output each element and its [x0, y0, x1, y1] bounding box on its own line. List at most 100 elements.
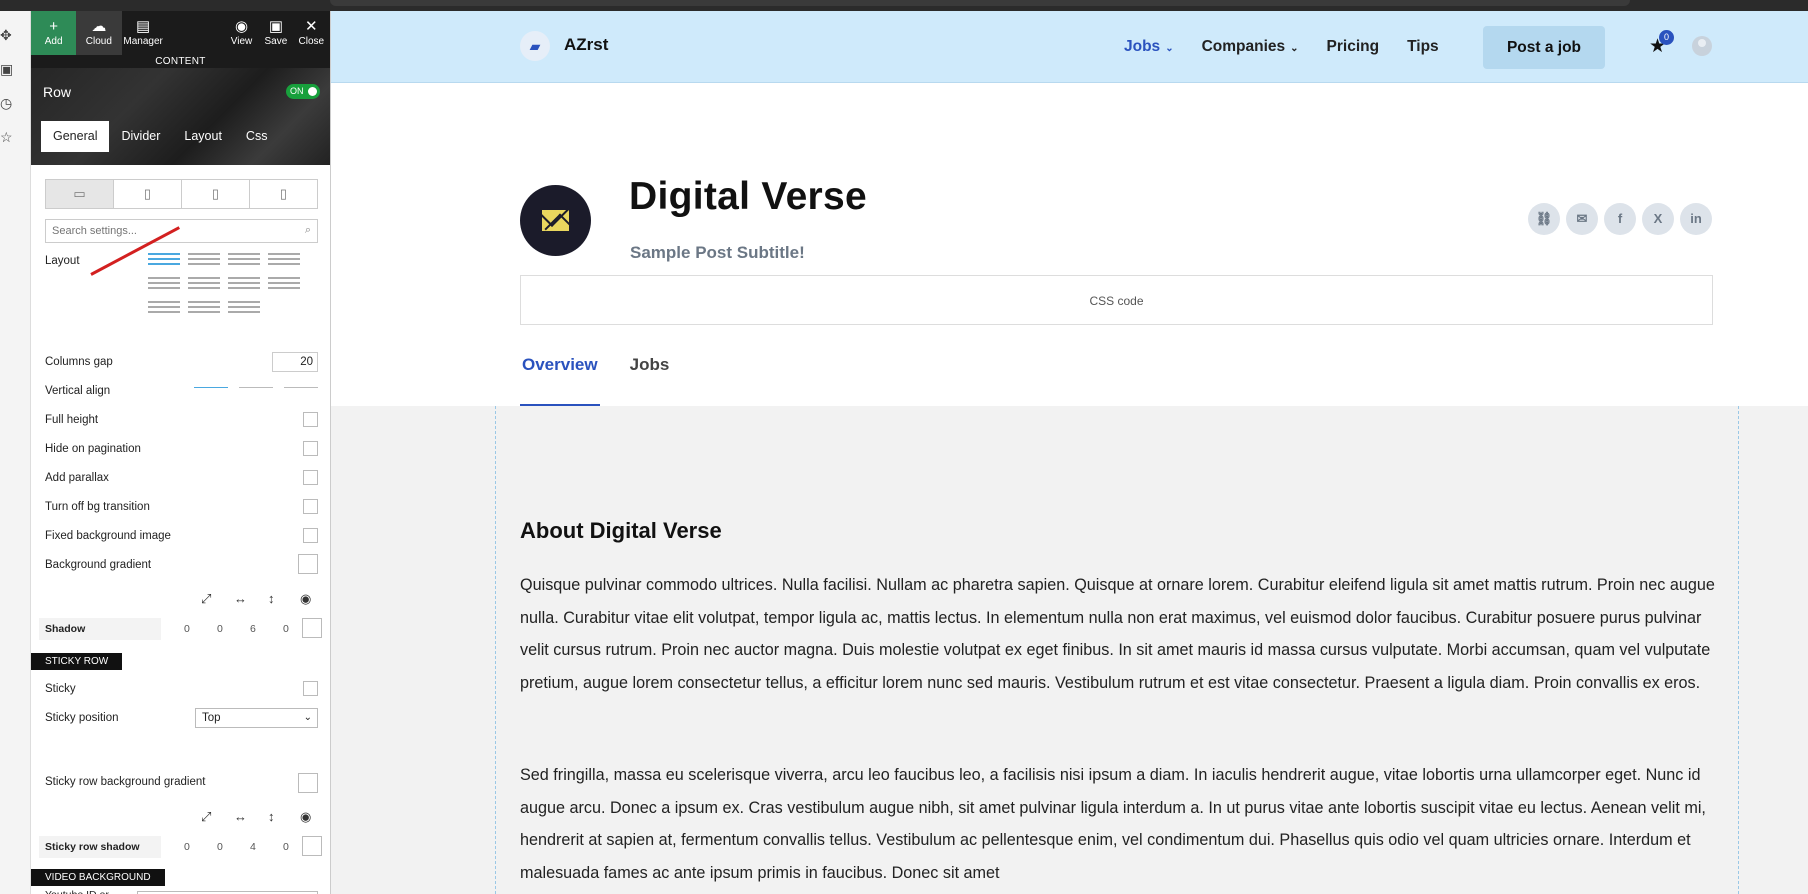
bg-gradient-swatch[interactable] — [298, 554, 318, 574]
move-icon[interactable]: ✥ — [0, 27, 16, 43]
search-input[interactable] — [46, 220, 286, 242]
shadow-blur-value[interactable]: 6 — [250, 623, 256, 635]
company-name: Digital Verse — [629, 175, 868, 218]
post-job-button[interactable]: Post a job — [1483, 26, 1605, 69]
align-top-option[interactable] — [194, 383, 228, 393]
tab-overview[interactable]: Overview — [520, 355, 600, 406]
main-content: About Digital Verse Quisque pulvinar com… — [331, 406, 1808, 894]
sticky-setting: Sticky — [45, 681, 318, 701]
mail-icon[interactable]: ✉ — [1566, 203, 1598, 235]
bg-transition-setting: Turn off bg transition — [45, 499, 318, 519]
sticky-checkbox[interactable] — [303, 681, 318, 696]
save-button[interactable]: ▣ Save — [259, 11, 292, 55]
about-paragraph-2: Sed fringilla, massa eu scelerisque vive… — [520, 766, 1706, 882]
save-disk-icon[interactable]: ▣ — [0, 61, 16, 77]
layout-option[interactable] — [268, 277, 300, 293]
tab-css[interactable]: Css — [234, 121, 280, 152]
shadow-x-value[interactable]: 0 — [184, 623, 190, 635]
bg-transition-checkbox[interactable] — [303, 499, 318, 514]
shadow-y-value[interactable]: 0 — [217, 623, 223, 635]
sticky-bg-gradient-swatch[interactable] — [298, 773, 318, 793]
vertical-align-setting: Vertical align — [45, 385, 111, 397]
layout-option[interactable] — [268, 253, 300, 269]
tablet-landscape-icon[interactable]: ▯ — [114, 180, 182, 208]
nav-tips[interactable]: Tips — [1407, 38, 1439, 56]
x-twitter-icon[interactable]: X — [1642, 203, 1674, 235]
cloud-button[interactable]: ☁ Cloud — [76, 11, 122, 55]
sticky-shadow-spread-value[interactable]: 0 — [283, 841, 289, 853]
briefcase-icon[interactable]: ▰ — [520, 31, 550, 61]
tab-divider[interactable]: Divider — [109, 121, 172, 152]
sticky-shadow-color-swatch[interactable] — [302, 836, 322, 856]
facebook-icon[interactable]: f — [1604, 203, 1636, 235]
fixed-bg-image-checkbox[interactable] — [303, 528, 318, 543]
full-height-checkbox[interactable] — [303, 412, 318, 427]
expand-icon[interactable]: ⤢ — [201, 591, 211, 607]
columns-gap-input[interactable]: 20 — [272, 352, 318, 372]
about-paragraph-1: Quisque pulvinar commodo ultrices. Nulla… — [520, 576, 1715, 692]
settings-search: ⌕ — [45, 219, 318, 243]
close-button[interactable]: ✕ Close — [293, 11, 330, 55]
align-bottom-option[interactable] — [284, 383, 318, 393]
youtube-id-setting: Youtube ID or — [45, 887, 318, 894]
tab-jobs[interactable]: Jobs — [628, 355, 672, 406]
sticky-position-select[interactable]: Top ⌄ — [195, 708, 318, 728]
vertical-arrows-icon[interactable]: ↕ — [268, 809, 275, 824]
star-icon[interactable]: ☆ — [0, 129, 16, 145]
nav-pricing[interactable]: Pricing — [1327, 38, 1380, 56]
nav-companies[interactable]: Companies ⌄ — [1202, 38, 1299, 56]
layout-option[interactable] — [228, 277, 260, 293]
layout-option[interactable] — [188, 253, 220, 269]
expand-icon[interactable]: ⤢ — [201, 809, 211, 825]
columns-gap-setting: Columns gap 20 — [45, 352, 318, 374]
desktop-icon[interactable]: ▭ — [46, 180, 114, 208]
link-icon[interactable]: ⛓ — [1528, 203, 1560, 235]
shadow-row: Shadow 0 0 6 0 — [39, 618, 322, 640]
site-header: ▰ AZrst Jobs ⌄ Companies ⌄ Pricing Tips Po… — [331, 11, 1808, 83]
horizontal-arrows-icon[interactable]: ↔ — [234, 591, 247, 606]
on-toggle[interactable]: ON — [286, 84, 320, 99]
sticky-shadow-x-value[interactable]: 0 — [184, 841, 190, 853]
blur-icon[interactable]: ◉ — [300, 809, 311, 825]
browser-bar — [330, 0, 1630, 6]
layout-option[interactable] — [188, 301, 220, 317]
full-height-setting: Full height — [45, 412, 318, 432]
mobile-icon[interactable]: ▯ — [250, 180, 317, 208]
vertical-arrows-icon[interactable]: ↕ — [268, 591, 275, 606]
tab-layout[interactable]: Layout — [172, 121, 234, 152]
sticky-shadow-y-value[interactable]: 0 — [217, 841, 223, 853]
layout-option[interactable] — [228, 253, 260, 269]
company-subtitle: Sample Post Subtitle! — [630, 243, 805, 262]
sticky-shadow-blur-value[interactable]: 4 — [250, 841, 256, 853]
tab-general[interactable]: General — [41, 121, 110, 152]
align-middle-option[interactable] — [239, 383, 273, 393]
layout-option[interactable] — [228, 301, 260, 317]
layout-option[interactable] — [148, 301, 180, 317]
css-code-box[interactable]: CSS code — [520, 275, 1713, 325]
view-button[interactable]: ◉ View — [224, 11, 259, 55]
search-icon: ⌕ — [304, 224, 311, 236]
linkedin-icon[interactable]: in — [1680, 203, 1712, 235]
layout-option[interactable] — [188, 277, 220, 293]
hide-pagination-checkbox[interactable] — [303, 441, 318, 456]
site-brand[interactable]: AZrst — [564, 35, 608, 55]
element-title: Row — [43, 84, 72, 100]
manager-button[interactable]: ▤ Manager — [122, 11, 165, 55]
shadow-spread-value[interactable]: 0 — [283, 623, 289, 635]
plus-icon: + — [49, 18, 58, 35]
add-button[interactable]: + Add — [31, 11, 77, 55]
add-parallax-checkbox[interactable] — [303, 470, 318, 485]
hide-pagination-setting: Hide on pagination — [45, 441, 318, 461]
left-rail: ✥ ▣ ◷ ☆ — [0, 11, 31, 894]
tablet-portrait-icon[interactable]: ▯ — [182, 180, 250, 208]
layout-option[interactable] — [148, 277, 180, 293]
about-heading: About Digital Verse — [520, 518, 722, 543]
horizontal-arrows-icon[interactable]: ↔ — [234, 809, 247, 824]
user-avatar[interactable] — [1692, 36, 1712, 56]
fixed-bg-image-setting: Fixed background image — [45, 528, 318, 548]
shadow-color-swatch[interactable] — [302, 618, 322, 638]
history-icon[interactable]: ◷ — [0, 95, 16, 111]
layout-option[interactable] — [148, 253, 180, 269]
nav-jobs[interactable]: Jobs ⌄ — [1124, 38, 1174, 56]
blur-icon[interactable]: ◉ — [300, 591, 311, 607]
